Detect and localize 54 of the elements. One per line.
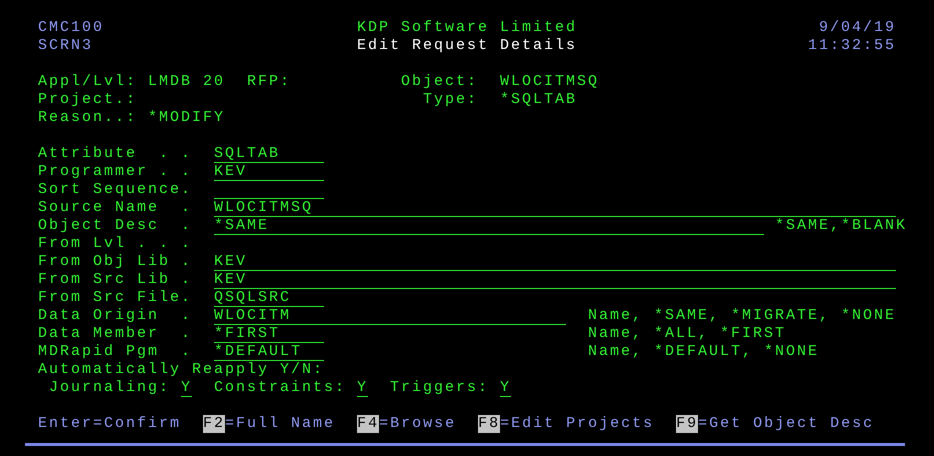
input-field[interactable]: WLOCITM [214, 308, 566, 325]
field-label: Source Name . [38, 199, 192, 217]
hint-text: Name, *DEFAULT, *NONE [588, 343, 819, 361]
function-key-button[interactable]: Enter=Confirm [38, 415, 182, 433]
input-field[interactable]: *SAME [214, 218, 764, 235]
field-label: From Src File. [38, 289, 192, 307]
function-key-button[interactable]: F9=Get Object Desc [676, 415, 874, 433]
screen-title: Edit Request Details [357, 37, 577, 55]
function-key-button[interactable]: F8=Edit Projects [478, 415, 654, 433]
field-label: MDRapid Pgm . [38, 343, 192, 361]
input-field[interactable]: KEV [214, 272, 896, 289]
field-label: Sort Sequence. [38, 181, 192, 199]
input-field[interactable]: QSQLSRC [214, 290, 324, 307]
function-key-button[interactable]: F2=Full Name [203, 415, 336, 433]
input-field[interactable]: *FIRST [214, 326, 324, 343]
field-label: Data Member . [38, 325, 192, 343]
field-label: RFP: [247, 73, 291, 91]
input-field[interactable]: KEV [214, 164, 324, 181]
field-label: Programmer . . [38, 163, 192, 181]
input-field[interactable]: SQLTAB [214, 146, 324, 163]
screen-id: SCRN3 [38, 37, 93, 55]
hint-text: *SAME,*BLANK [775, 217, 908, 235]
input-field[interactable]: Y [500, 380, 511, 397]
field-value: *SQLTAB [500, 91, 577, 109]
field-label: Object: [401, 73, 478, 91]
field-label: From Src Lib . [38, 271, 192, 289]
field-label: Data Origin . [38, 307, 192, 325]
field-label: Appl/Lvl: [38, 73, 137, 91]
field-label: Attribute . . [38, 145, 192, 163]
field-value: *MODIFY [148, 109, 225, 127]
field-label: Reason..: [38, 109, 137, 127]
field-label: Journaling: [49, 379, 170, 397]
field-label: Type: [423, 91, 478, 109]
field-label: Automatically Reapply Y/N: [38, 361, 324, 379]
program-name: CMC100 [38, 19, 104, 37]
input-field[interactable]: Y [357, 380, 368, 397]
field-label: Object Desc . [38, 217, 192, 235]
time-text: 11:32:55 [808, 37, 896, 55]
field-value: WLOCITMSQ [500, 73, 599, 91]
field-label: From Obj Lib . [38, 253, 192, 271]
hint-text: Name, *SAME, *MIGRATE, *NONE [588, 307, 896, 325]
hint-text: Name, *ALL, *FIRST [588, 325, 786, 343]
input-field[interactable]: KEV [214, 254, 896, 271]
field-label: From Lvl . . . [38, 235, 192, 253]
field-label: Project.: [38, 91, 137, 109]
function-key-button[interactable]: F4=Browse [357, 415, 456, 433]
input-field[interactable]: *DEFAULT [214, 344, 324, 361]
company-name: KDP Software Limited [357, 19, 577, 37]
date-text: 9/04/19 [818, 19, 896, 37]
field-label: Constraints: [214, 379, 346, 397]
field-label: Triggers: [390, 379, 489, 397]
field-value: LMDB 20 [148, 73, 225, 91]
input-field[interactable]: WLOCITMSQ [214, 200, 896, 217]
input-field[interactable]: Y [181, 380, 192, 397]
